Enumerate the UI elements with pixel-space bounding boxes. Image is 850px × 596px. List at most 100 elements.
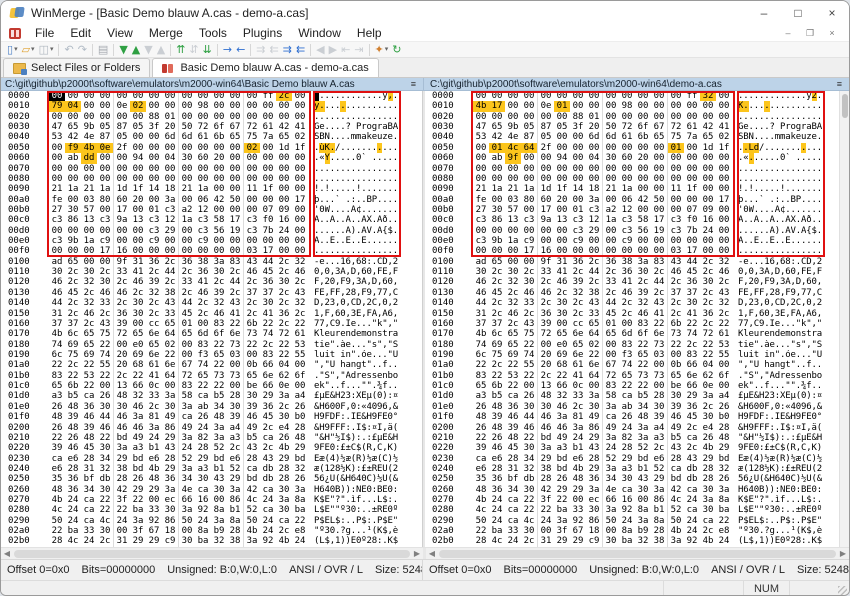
hex-byte[interactable]: 4b (49, 495, 65, 505)
hex-byte[interactable]: 48 (505, 433, 521, 443)
hex-byte[interactable]: 00 (81, 257, 97, 267)
hex-byte[interactable]: 00 (635, 246, 651, 256)
hex-byte[interactable]: 44 (684, 257, 700, 267)
hex-byte[interactable]: 00 (244, 195, 260, 205)
hex-byte[interactable]: 4b (473, 495, 489, 505)
hex-byte[interactable]: 29 (227, 474, 243, 484)
hex-byte[interactable]: 18 (162, 526, 178, 536)
hex-byte[interactable]: 45 (603, 309, 619, 319)
dropdown-caret-icon[interactable]: ▾ (385, 43, 389, 57)
hex-byte[interactable]: 00 (49, 246, 65, 256)
hex-byte[interactable]: 2c (603, 288, 619, 298)
hex-byte[interactable]: 6f (211, 329, 227, 339)
hex-byte[interactable]: b1 (227, 505, 243, 515)
hex-byte[interactable]: 26 (489, 433, 505, 443)
hex-byte[interactable]: 00 (651, 174, 667, 184)
hex-byte[interactable]: 03 (651, 350, 667, 360)
hex-byte[interactable]: 4b (276, 443, 292, 453)
hex-byte[interactable]: 00 (603, 246, 619, 256)
hex-byte[interactable]: 17 (716, 195, 732, 205)
hex-byte[interactable]: ba (489, 526, 505, 536)
hex-byte[interactable]: 65 (81, 329, 97, 339)
hex-byte[interactable]: 3a (162, 485, 178, 495)
hex-byte[interactable]: 00 (635, 91, 651, 101)
hex-byte[interactable]: 43 (227, 298, 243, 308)
hex-byte[interactable]: 66 (554, 381, 570, 391)
hex-byte[interactable]: 00 (538, 91, 554, 101)
hex-byte[interactable]: bf (81, 474, 97, 484)
hex-byte[interactable]: bd (211, 454, 227, 464)
ascii-char[interactable]: o (393, 371, 398, 381)
hex-byte[interactable]: 38 (114, 464, 130, 474)
hex-byte[interactable]: 50 (651, 195, 667, 205)
hex-byte[interactable]: 00 (227, 164, 243, 174)
hex-byte[interactable]: 3f (130, 526, 146, 536)
hex-byte[interactable]: bd (635, 454, 651, 464)
hex-byte[interactable]: 83 (260, 350, 276, 360)
hex-byte[interactable]: 29 (538, 454, 554, 464)
hex-byte[interactable]: 2c (651, 267, 667, 277)
hex-byte[interactable]: 00 (260, 174, 276, 184)
hex-byte[interactable]: 00 (635, 184, 651, 194)
hex-byte[interactable]: 36 (700, 309, 716, 319)
menu-edit[interactable]: Edit (62, 26, 99, 40)
hex-byte[interactable]: 22 (97, 433, 113, 443)
hex-byte[interactable]: 7b (260, 226, 276, 236)
hex-byte[interactable]: 58 (635, 215, 651, 225)
hex-byte[interactable]: 00 (97, 174, 113, 184)
hex-byte[interactable]: ad (473, 257, 489, 267)
hex-byte[interactable]: 01 (668, 143, 684, 153)
first-file-button[interactable]: ⇤ (339, 42, 352, 57)
hex-byte[interactable]: 8a (635, 505, 651, 515)
hex-byte[interactable]: 2c (276, 298, 292, 308)
hex-byte[interactable]: 21 (179, 184, 195, 194)
hex-byte[interactable]: 00 (570, 495, 586, 505)
hex-byte[interactable]: 01 (586, 112, 602, 122)
hex-byte[interactable]: 00 (651, 184, 667, 194)
ascii-char[interactable]: F (393, 267, 398, 277)
hex-byte[interactable]: 26 (700, 433, 716, 443)
hex-byte[interactable]: 00 (130, 226, 146, 236)
hex-byte[interactable]: 75 (489, 350, 505, 360)
hex-byte[interactable]: 6e (570, 350, 586, 360)
hex-byte[interactable]: 00 (521, 91, 537, 101)
hex-byte[interactable]: 00 (276, 153, 292, 163)
hex-byte[interactable]: 01 (554, 101, 570, 111)
close-button[interactable]: × (815, 1, 849, 25)
hex-byte[interactable]: 46 (716, 267, 732, 277)
copy-left-button[interactable]: ← (234, 42, 247, 57)
hex-byte[interactable]: 53 (292, 340, 308, 350)
hex-byte[interactable]: 21 (473, 184, 489, 194)
hex-byte[interactable]: 17 (521, 246, 537, 256)
hex-byte[interactable]: 22 (635, 340, 651, 350)
hex-byte[interactable]: 9b (81, 122, 97, 132)
hex-byte[interactable]: 46 (97, 423, 113, 433)
hex-byte[interactable]: 39 (538, 319, 554, 329)
hex-byte[interactable]: 36 (538, 309, 554, 319)
hex-byte[interactable]: ca (81, 391, 97, 401)
hex-byte[interactable]: 31 (49, 309, 65, 319)
hex-byte[interactable]: 07 (684, 205, 700, 215)
hex-byte[interactable]: 2f (114, 143, 130, 153)
hex-byte[interactable]: 42 (635, 195, 651, 205)
hex-byte[interactable]: 00 (570, 246, 586, 256)
hex-byte[interactable]: 2c (146, 267, 162, 277)
hex-byte[interactable]: ca (195, 391, 211, 401)
hex-byte[interactable]: 36 (684, 402, 700, 412)
ascii-char[interactable]: H (817, 433, 822, 443)
hex-byte[interactable]: f0 (260, 215, 276, 225)
hex-byte[interactable]: 00 (554, 132, 570, 142)
ascii-char[interactable]: . (393, 164, 398, 174)
hex-byte[interactable]: 00 (97, 164, 113, 174)
hex-byte[interactable]: b5 (244, 433, 260, 443)
hex-byte[interactable]: 29 (651, 474, 667, 484)
hex-byte[interactable]: 2c (505, 288, 521, 298)
hex-byte[interactable]: 00 (162, 174, 178, 184)
hex-byte[interactable]: 41 (619, 277, 635, 287)
hex-byte[interactable]: 00 (505, 226, 521, 236)
hex-byte[interactable]: ba (65, 526, 81, 536)
hex-byte[interactable]: 28 (276, 474, 292, 484)
hex-byte[interactable]: 83 (603, 381, 619, 391)
hex-byte[interactable]: 33 (521, 298, 537, 308)
hex-byte[interactable]: 43 (292, 288, 308, 298)
